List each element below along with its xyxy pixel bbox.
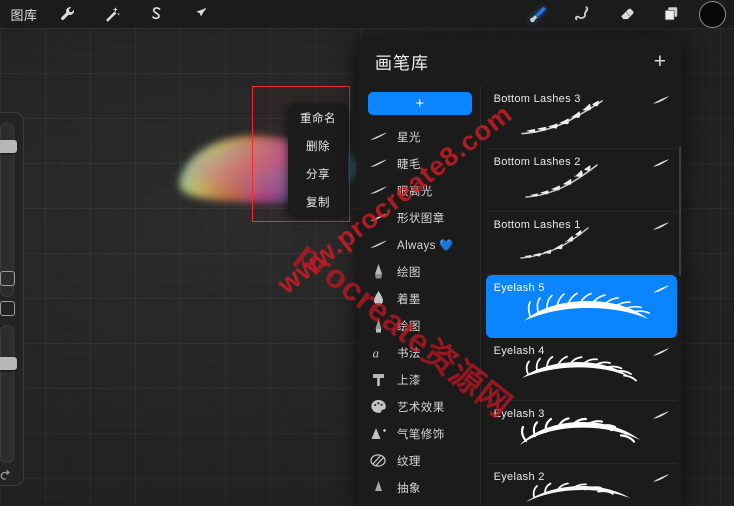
transform-icon[interactable] xyxy=(178,1,222,27)
brush-set-item-6[interactable]: 着墨 xyxy=(358,285,480,312)
brush-set-label: 抽象 xyxy=(397,482,421,495)
abstract-icon xyxy=(368,479,388,497)
brush-set-list[interactable]: + 星光 睫毛 眼高光 形状图章 Always 💙 绘图 着墨 绘图 a 书法 … xyxy=(358,86,481,506)
modify-button[interactable] xyxy=(0,271,15,286)
texture-icon xyxy=(368,452,388,470)
brush-icon[interactable] xyxy=(517,1,561,27)
gallery-button[interactable]: 图库 xyxy=(2,1,46,27)
brush-opacity-slider[interactable] xyxy=(0,325,14,463)
add-brush-set-icon[interactable]: + xyxy=(654,51,666,72)
brush-set-item-5[interactable]: 绘图 xyxy=(358,258,480,285)
brush-set-item-11[interactable]: 气笔修饰 xyxy=(358,420,480,447)
brush-set-label: 上漆 xyxy=(397,374,421,387)
brush-set-item-12[interactable]: 纹理 xyxy=(358,447,480,474)
brush-set-label: 形状图章 xyxy=(397,212,445,225)
brush-set-label: 眼高光 xyxy=(397,185,433,198)
brush-library-header: 画笔库 + xyxy=(358,36,682,86)
context-menu-item-delete[interactable]: 删除 xyxy=(288,132,348,160)
brush-list-scrollbar[interactable] xyxy=(679,146,681,276)
brush-set-item-4[interactable]: Always 💙 xyxy=(358,231,480,258)
brush-library-body: + 星光 睫毛 眼高光 形状图章 Always 💙 绘图 着墨 绘图 a 书法 … xyxy=(358,86,682,506)
brush-library-title: 画笔库 xyxy=(375,53,429,73)
context-menu-item-rename[interactable]: 重命名 xyxy=(288,104,348,132)
toolbar-left-group: 图库 xyxy=(0,1,222,27)
context-menu-item-share[interactable]: 分享 xyxy=(288,160,348,188)
brush-list[interactable]: Bottom Lashes 3 Bottom Lashes 2 Bottom L… xyxy=(480,86,682,506)
ink-icon xyxy=(368,290,388,308)
stroke-icon xyxy=(368,182,388,200)
layers-icon[interactable] xyxy=(649,1,693,27)
brush-set-label: 星光 xyxy=(397,131,421,144)
brush-set-item-2[interactable]: 眼高光 xyxy=(358,177,480,204)
airbrush-icon xyxy=(368,425,388,443)
brush-settings-sidebar[interactable] xyxy=(0,112,24,486)
brush-item-eyelash-3[interactable]: Eyelash 3 xyxy=(485,401,677,464)
brush-set-item-1[interactable]: 睫毛 xyxy=(358,150,480,177)
color-picker-button[interactable] xyxy=(0,301,15,316)
panel-pointer-arrow xyxy=(506,28,528,39)
brush-set-label: 绘图 xyxy=(397,266,421,279)
brush-set-item-3[interactable]: 形状图章 xyxy=(358,204,480,231)
stroke-icon xyxy=(368,155,388,173)
context-menu-item-duplicate[interactable]: 复制 xyxy=(288,188,348,216)
palette-icon xyxy=(368,398,388,416)
brush-thumbnail xyxy=(516,289,666,333)
brush-item-bottom-lashes-1[interactable]: Bottom Lashes 1 xyxy=(485,212,677,275)
brush-item-eyelash-4[interactable]: Eyelash 4 xyxy=(485,338,677,401)
layer-context-menu[interactable]: 重命名 删除 分享 复制 xyxy=(288,104,348,216)
draw-icon xyxy=(368,317,388,335)
color-swatch-button[interactable] xyxy=(699,0,726,28)
procreate-app-window: 重命名 删除 分享 复制 图库 画笔库 + + 星光 睫毛 眼高光 形状图章 A… xyxy=(0,0,734,506)
undo-icon[interactable] xyxy=(0,469,14,482)
brush-set-item-13[interactable]: 抽象 xyxy=(358,474,480,501)
brush-set-label: Always 💙 xyxy=(397,239,455,252)
magic-wand-icon[interactable] xyxy=(90,1,134,27)
brush-thumbnail xyxy=(516,163,666,207)
brush-item-eyelash-2[interactable]: Eyelash 2 xyxy=(486,464,677,506)
brush-set-label: 绘图 xyxy=(397,320,421,333)
brush-opacity-knob[interactable] xyxy=(0,357,17,370)
brush-set-item-8[interactable]: a 书法 xyxy=(358,339,480,366)
brush-thumbnail xyxy=(516,415,666,459)
brush-set-label: 纹理 xyxy=(397,455,421,468)
brush-thumbnail xyxy=(516,100,666,144)
brush-thumbnail xyxy=(516,478,666,506)
top-toolbar: 图库 xyxy=(0,0,734,28)
stroke-icon xyxy=(368,209,388,227)
brush-thumbnail xyxy=(516,226,666,270)
smudge-icon[interactable] xyxy=(561,1,605,27)
brush-set-label: 着墨 xyxy=(397,293,421,306)
brush-item-bottom-lashes-2[interactable]: Bottom Lashes 2 xyxy=(485,149,677,212)
pencil-icon xyxy=(368,263,388,281)
brush-size-knob[interactable] xyxy=(0,140,17,153)
stroke-icon xyxy=(368,236,388,254)
brush-set-item-9[interactable]: 上漆 xyxy=(358,366,480,393)
brush-set-label: 书法 xyxy=(397,347,421,360)
selection-icon[interactable] xyxy=(134,1,178,27)
paint-icon xyxy=(368,371,388,389)
brush-library-panel[interactable]: 画笔库 + + 星光 睫毛 眼高光 形状图章 Always 💙 绘图 着墨 绘图… xyxy=(358,36,682,506)
brush-set-label: 睫毛 xyxy=(397,158,421,171)
eraser-icon[interactable] xyxy=(605,1,649,27)
svg-text:a: a xyxy=(373,345,380,360)
stroke-icon xyxy=(368,128,388,146)
brush-set-item-0[interactable]: 星光 xyxy=(358,123,480,150)
brush-set-label: 艺术效果 xyxy=(397,401,445,414)
brush-item-eyelash-5[interactable]: Eyelash 5 xyxy=(485,275,677,338)
toolbar-right-group xyxy=(517,0,734,28)
new-brush-set-button[interactable]: + xyxy=(368,92,472,115)
wrench-icon[interactable] xyxy=(46,1,90,27)
brush-set-item-10[interactable]: 艺术效果 xyxy=(358,393,480,420)
brush-thumbnail xyxy=(516,352,666,396)
brush-set-item-7[interactable]: 绘图 xyxy=(358,312,480,339)
calligraphy-icon: a xyxy=(368,344,388,362)
brush-item-bottom-lashes-3[interactable]: Bottom Lashes 3 xyxy=(485,86,677,149)
brush-set-label: 气笔修饰 xyxy=(397,428,445,441)
